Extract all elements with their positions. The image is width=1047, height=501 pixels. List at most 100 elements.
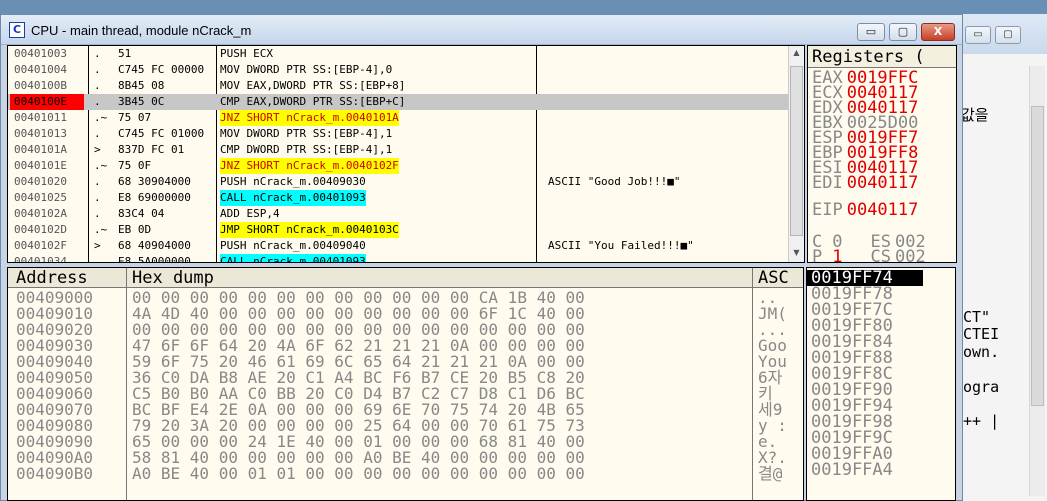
dump-hex-bytes: BC BF E4 2E 0A 00 00 00 69 6E 70 75 74 2… — [132, 400, 585, 419]
dump-hex-bytes: 79 20 3A 20 00 00 00 00 25 64 00 00 70 6… — [132, 416, 585, 435]
background-text-fragment: CTEI — [963, 325, 1000, 343]
disassembly-row[interactable]: 0040102F >68 40904000 PUSH nCrack_m.004090… — [8, 238, 788, 254]
cpu-window-titlebar[interactable]: C CPU - main thread, module nCrack_m ▭ ▢… — [1, 15, 962, 45]
dump-hex-bytes: 65 00 00 00 24 1E 40 00 01 00 00 00 68 8… — [132, 432, 585, 451]
hex-dump-row[interactable]: 004090B0 A0 BE 40 00 01 01 00 00 00 00 00… — [8, 464, 803, 483]
disassembly-row[interactable]: 00401011 .~ 75 07 JNZ SHORT nCrack_m.004010… — [8, 110, 788, 126]
dump-ascii: JM( — [758, 304, 787, 323]
row-instruction: PUSH nCrack_m.00409040 — [220, 239, 366, 252]
row-instruction: CMP EAX,DWORD PTR SS:[EBP+C] — [220, 95, 406, 108]
scroll-down-arrow-icon[interactable]: ▼ — [791, 248, 802, 257]
flag-row[interactable]: P 1 CS 002 — [812, 249, 926, 263]
window-title: CPU - main thread, module nCrack_m — [31, 23, 252, 38]
disassembly-row[interactable]: 00401020. 68 30904000 PUSH nCrack_m.004090… — [8, 174, 788, 190]
stack-pane[interactable]: 0019FF74 0019FF78 0019FF7C 0019FF80 0019FF84… — [806, 267, 956, 501]
row-address: 00401034 — [14, 255, 67, 263]
disassembly-scrollbar-thumb[interactable] — [790, 66, 803, 236]
dump-hex-bytes: 36 C0 DA B8 AE 20 C1 A4 BC F6 B7 CE 20 B… — [132, 368, 585, 387]
row-jump-marker: .~ — [94, 111, 108, 124]
row-address: 00401004 — [14, 63, 67, 76]
disassembly-row[interactable]: 0040101E .~ 75 0F JNZ SHORT nCrack_m.004010… — [8, 158, 788, 174]
dump-ascii: .. — [758, 288, 778, 307]
row-instruction: CALL nCrack_m.00401093 — [220, 254, 366, 262]
disassembly-pane[interactable]: 00401003. 51 PUSH ECX 00401004. C745 FC 0000… — [7, 45, 805, 263]
row-instruction: CALL nCrack_m.00401093 — [220, 190, 366, 206]
row-jump-marker: . — [94, 47, 101, 60]
hex-dump-row[interactable]: 00409050 36 C0 DA B8 AE 20 C1 A4 BC F6 B7… — [8, 368, 803, 387]
disassembly-row[interactable]: 0040101A >837D FC 01 CMP DWORD PTR SS:[EBP… — [8, 142, 788, 158]
row-address: 0040102D — [14, 223, 67, 236]
disassembly-row[interactable]: 00401003. 51 PUSH ECX — [8, 46, 788, 62]
dump-hex-bytes: 47 6F 6F 64 20 4A 6F 62 21 21 21 0A 00 0… — [132, 336, 585, 355]
hex-dump-header: Address Hex dump ASC — [8, 268, 803, 288]
hex-dump-row[interactable]: 00409000 00 00 00 00 00 00 00 00 00 00 00… — [8, 288, 803, 307]
row-jump-marker: . — [94, 63, 101, 76]
background-maximize-button[interactable]: ▢ — [995, 26, 1021, 44]
disassembly-row[interactable]: 00401004. C745 FC 00000 MOV DWORD PTR SS:[… — [8, 62, 788, 78]
hex-dump-row[interactable]: 00409070 BC BF E4 2E 0A 00 00 00 69 6E 70… — [8, 400, 803, 419]
flag-value: 1 — [832, 247, 843, 263]
row-jump-marker: . — [94, 175, 101, 188]
hex-dump-row[interactable]: 00409030 47 6F 6F 64 20 4A 6F 62 21 21 21… — [8, 336, 803, 355]
row-jump-marker: .~ — [94, 223, 108, 236]
minimize-button[interactable]: ▭ — [857, 23, 885, 41]
hex-dump-row[interactable]: 004090A0 58 81 40 00 00 00 00 00 A0 BE 40… — [8, 448, 803, 467]
dump-ascii: ... — [758, 320, 787, 339]
register-row[interactable]: EIP 0040117 — [812, 200, 918, 220]
row-comment: ASCII "You Failed!!!■" — [548, 239, 694, 252]
column-header-hex-dump[interactable]: Hex dump — [132, 268, 214, 288]
dump-ascii: Goo — [758, 336, 787, 355]
disassembly-row[interactable]: 0040100E. 3B45 0C CMP EAX,DWORD PTR SS:[EB… — [8, 94, 788, 110]
registers-pane[interactable]: Registers ( EAX 0019FFC ECX 0040117 EDX 00401… — [807, 45, 957, 263]
hex-dump-row[interactable]: 00409090 65 00 00 00 24 1E 40 00 01 00 00… — [8, 432, 803, 451]
disassembly-row[interactable]: 00401034. E8 5A000000 CALL nCrack_m.004010… — [8, 254, 788, 263]
background-scrollbar-thumb[interactable] — [1031, 106, 1044, 406]
row-instruction: MOV EAX,DWORD PTR SS:[EBP+8] — [220, 79, 406, 92]
row-bytes: 75 07 — [118, 111, 152, 124]
dump-hex-bytes: A0 BE 40 00 01 01 00 00 00 00 00 00 00 0… — [132, 464, 585, 483]
dump-ascii: You — [758, 352, 787, 371]
background-text-fragment: own. — [963, 343, 1000, 361]
register-row[interactable]: EDI 0040117 — [812, 175, 918, 192]
column-header-address[interactable]: Address — [16, 268, 88, 288]
dump-hex-bytes: 00 00 00 00 00 00 00 00 00 00 00 00 CA 1… — [132, 288, 585, 307]
hex-dump-pane[interactable]: Address Hex dump ASC 00409000 00 00 00 00… — [7, 267, 804, 501]
dump-address: 00409000 — [16, 288, 94, 307]
hex-dump-row[interactable]: 00409080 79 20 3A 20 00 00 00 00 25 64 00… — [8, 416, 803, 435]
hex-dump-row[interactable]: 00409010 4A 4D 40 00 00 00 00 00 00 00 00… — [8, 304, 803, 323]
disassembly-row[interactable]: 0040102D .~ EB 0D JMP SHORT nCrack_m.004010… — [8, 222, 788, 238]
dump-ascii: 결@ — [758, 464, 783, 483]
hex-dump-row[interactable]: 00409060 C5 B0 B0 AA C0 BB 20 C0 D4 B7 C2… — [8, 386, 803, 402]
cpu-window: C CPU - main thread, module nCrack_m ▭ ▢… — [0, 14, 963, 501]
disassembly-row[interactable]: 0040102A. 83C4 04 ADD ESP,4 — [8, 206, 788, 222]
row-address: 0040101A — [14, 143, 67, 156]
disassembly-scrollbar[interactable]: ▲ ▼ — [788, 46, 804, 262]
row-jump-marker: . — [94, 127, 101, 140]
hex-dump-row[interactable]: 00409020 00 00 00 00 00 00 00 00 00 00 00… — [8, 320, 803, 339]
column-header-ascii[interactable]: ASC — [758, 268, 789, 288]
disassembly-row[interactable]: 00401013. C745 FC 01000 MOV DWORD PTR SS:[… — [8, 126, 788, 142]
background-scrollbar[interactable] — [1029, 66, 1045, 496]
row-jump-marker: . — [94, 191, 101, 204]
dump-address: 00409070 — [16, 400, 94, 419]
background-minimize-button[interactable]: ▭ — [965, 26, 991, 44]
maximize-button[interactable]: ▢ — [889, 23, 917, 41]
row-address: 0040100B — [14, 79, 67, 92]
disassembly-row[interactable]: 0040100B. 8B45 08 MOV EAX,DWORD PTR SS:[EB… — [8, 78, 788, 94]
background-text-fragment: CT" — [963, 308, 991, 326]
row-bytes: C745 FC 00000 — [118, 63, 205, 76]
dump-ascii: e. — [758, 432, 778, 451]
row-instruction: PUSH ECX — [220, 47, 273, 60]
hex-dump-row[interactable]: 00409040 59 6F 75 20 46 61 69 6C 65 64 21… — [8, 352, 803, 371]
stack-row[interactable]: 0019FFA4 — [811, 462, 893, 479]
close-button[interactable]: X — [921, 23, 955, 41]
register-name: EIP — [812, 200, 843, 220]
row-bytes: 75 0F — [118, 159, 152, 172]
row-address: 00401013 — [14, 127, 67, 140]
cpu-window-icon: C — [9, 22, 25, 38]
row-instruction: MOV DWORD PTR SS:[EBP-4],0 — [220, 63, 393, 76]
disassembly-row[interactable]: 00401025. E8 69000000 CALL nCrack_m.004010… — [8, 190, 788, 206]
dump-hex-bytes: 58 81 40 00 00 00 00 00 A0 BE 40 00 00 0… — [132, 448, 585, 467]
scroll-up-arrow-icon[interactable]: ▲ — [791, 48, 802, 57]
row-address: 0040100E — [10, 94, 84, 110]
